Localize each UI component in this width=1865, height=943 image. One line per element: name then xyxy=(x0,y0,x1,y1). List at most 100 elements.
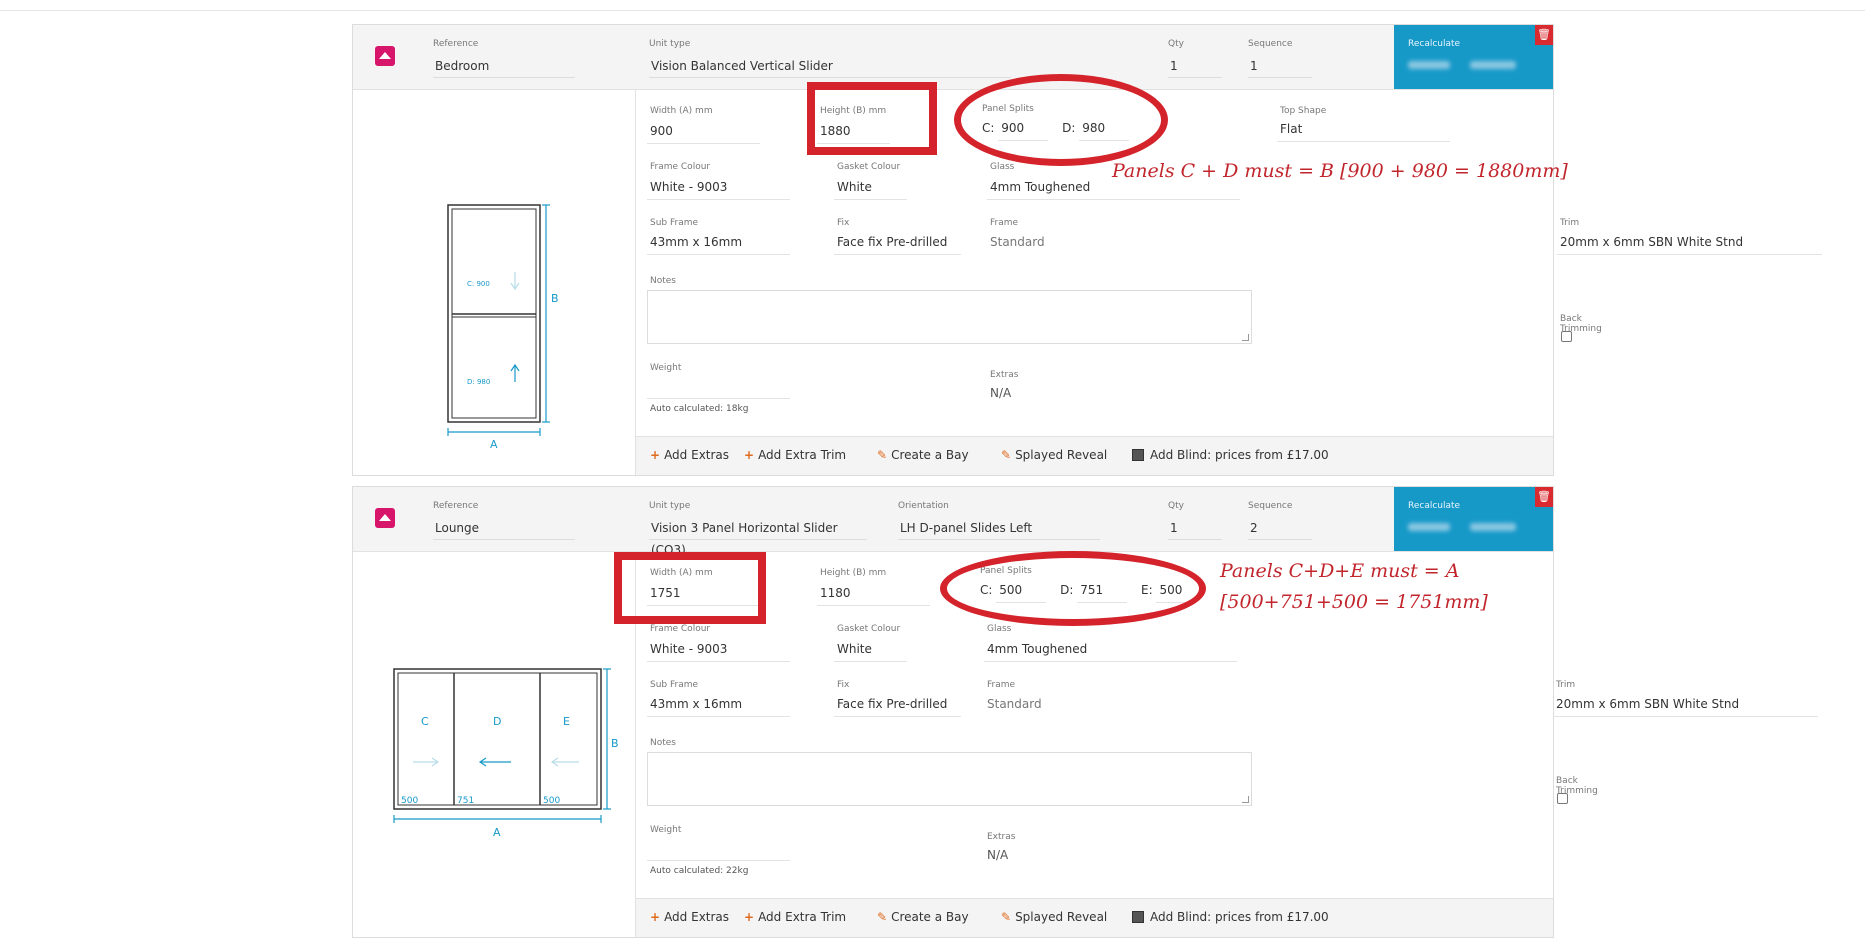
extras-value: N/A xyxy=(990,386,1012,400)
dim-b-label: B xyxy=(551,292,559,305)
gasket-colour-select[interactable]: White xyxy=(834,175,907,200)
pencil-icon: ✎ xyxy=(1001,910,1012,924)
unit-type-label: Unit type xyxy=(649,501,691,511)
recalculate-button[interactable]: Recalculate xyxy=(1394,25,1553,89)
add-extras-button[interactable]: + Add Extras xyxy=(650,448,729,462)
notes-textarea[interactable] xyxy=(647,290,1252,344)
weight-field[interactable] xyxy=(647,836,790,861)
sub-frame-select[interactable]: 43mm x 16mm xyxy=(647,692,790,717)
extras-label: Extras xyxy=(987,832,1016,842)
sequence-label: Sequence xyxy=(1248,501,1293,511)
sub-frame-label: Sub Frame xyxy=(650,218,699,228)
panel-d-value: 751 xyxy=(457,796,474,806)
trash-icon[interactable]: 🗑 xyxy=(1535,25,1553,45)
weight-field[interactable] xyxy=(647,374,790,399)
width-field[interactable]: 900 xyxy=(647,119,760,144)
gasket-colour-select[interactable]: White xyxy=(834,637,907,662)
top-shape-label: Top Shape xyxy=(1280,106,1327,116)
unit-diagram: C D E 500 751 500 B A xyxy=(353,552,636,937)
pencil-icon: ✎ xyxy=(1001,448,1012,462)
glass-label: Glass xyxy=(987,624,1012,634)
fix-label: Fix xyxy=(837,680,850,690)
sequence-field[interactable]: 1 xyxy=(1248,55,1312,78)
annotation-horizontal-line2: [500+751+500 = 1751mm] xyxy=(1220,591,1488,613)
reference-label: Reference xyxy=(433,39,479,49)
orientation-label: Orientation xyxy=(898,501,949,511)
trim-label: Trim xyxy=(1556,680,1576,690)
back-trimming-checkbox[interactable] xyxy=(1561,331,1572,342)
add-extras-button[interactable]: + Add Extras xyxy=(650,910,729,924)
price-blur xyxy=(1408,61,1450,69)
price-blur xyxy=(1408,523,1450,531)
frame-colour-select[interactable]: White - 9003 xyxy=(647,175,790,200)
unit-card-lounge: Reference Lounge Unit type Vision 3 Pane… xyxy=(352,486,1818,938)
panel-d-label: D: 980 xyxy=(467,378,490,386)
frame-value: Standard xyxy=(990,235,1045,249)
dim-a-label: A xyxy=(493,826,501,839)
unit-type-label: Unit type xyxy=(649,39,691,49)
notes-textarea[interactable] xyxy=(647,752,1252,806)
annotation-vertical: Panels C + D must = B [900 + 980 = 1880m… xyxy=(1112,160,1568,182)
reference-field[interactable]: Lounge xyxy=(433,517,575,540)
add-extra-trim-button[interactable]: + Add Extra Trim xyxy=(744,448,846,462)
trash-icon[interactable]: 🗑 xyxy=(1535,487,1553,507)
trim-select[interactable]: 20mm x 6mm SBN White Stnd xyxy=(1557,230,1822,255)
create-bay-button[interactable]: ✎ Create a Bay xyxy=(877,448,969,462)
add-extras-label: Add Extras xyxy=(664,910,730,924)
frame-colour-select[interactable]: White - 9003 xyxy=(647,637,790,662)
fix-select[interactable]: Face fix Pre-drilled xyxy=(834,230,961,255)
unit-type-select[interactable]: Vision 3 Panel Horizontal Slider (CO3) xyxy=(649,517,867,557)
reference-label: Reference xyxy=(433,501,479,511)
height-field[interactable]: 1180 xyxy=(817,581,930,606)
extras-label: Extras xyxy=(990,370,1019,380)
add-extra-trim-label: Add Extra Trim xyxy=(758,910,847,924)
recalculate-button[interactable]: Recalculate xyxy=(1394,487,1553,551)
pencil-icon: ✎ xyxy=(877,910,888,924)
add-blind-button[interactable]: Add Blind: prices from £17.00 xyxy=(1132,448,1329,462)
chevron-up-icon[interactable] xyxy=(375,46,395,66)
sub-frame-label: Sub Frame xyxy=(650,680,699,690)
add-blind-label: Add Blind: prices from £17.00 xyxy=(1150,910,1329,924)
glass-label: Glass xyxy=(990,162,1015,172)
trim-select[interactable]: 20mm x 6mm SBN White Stnd xyxy=(1553,692,1818,717)
card-actions: + Add Extras + Add Extra Trim ✎ Create a Ba… xyxy=(636,898,1553,937)
extras-value: N/A xyxy=(987,848,1009,862)
add-extra-trim-button[interactable]: + Add Extra Trim xyxy=(744,910,846,924)
notes-label: Notes xyxy=(650,276,676,286)
card-header: Reference Bedroom Unit type Vision Balan… xyxy=(353,25,1553,90)
chevron-up-icon[interactable] xyxy=(375,508,395,528)
splayed-reveal-button[interactable]: ✎ Splayed Reveal xyxy=(1001,448,1107,462)
qty-field[interactable]: 1 xyxy=(1168,517,1222,540)
back-trimming-checkbox[interactable] xyxy=(1557,793,1568,804)
top-divider xyxy=(0,10,1865,11)
frame-colour-label: Frame Colour xyxy=(650,624,711,634)
glass-select[interactable]: 4mm Toughened xyxy=(984,637,1237,662)
sub-frame-select[interactable]: 43mm x 16mm xyxy=(647,230,790,255)
add-extras-label: Add Extras xyxy=(664,448,730,462)
create-bay-button[interactable]: ✎ Create a Bay xyxy=(877,910,969,924)
panel-c-label: C: 900 xyxy=(467,280,490,288)
orientation-select[interactable]: LH D-panel Slides Left xyxy=(898,517,1100,540)
sequence-label: Sequence xyxy=(1248,39,1293,49)
top-shape-select[interactable]: Flat xyxy=(1277,117,1450,142)
unit-type-select[interactable]: Vision Balanced Vertical Slider xyxy=(649,55,1011,78)
sequence-field[interactable]: 2 xyxy=(1248,517,1312,540)
height-highlight-box xyxy=(807,82,937,155)
splayed-reveal-button[interactable]: ✎ Splayed Reveal xyxy=(1001,910,1107,924)
add-extra-trim-label: Add Extra Trim xyxy=(758,448,847,462)
add-blind-button[interactable]: Add Blind: prices from £17.00 xyxy=(1132,910,1329,924)
plus-icon: + xyxy=(744,910,755,924)
gasket-colour-label: Gasket Colour xyxy=(837,624,901,634)
plus-icon: + xyxy=(650,910,661,924)
panel-e-value: 500 xyxy=(543,796,560,806)
qty-field[interactable]: 1 xyxy=(1168,55,1222,78)
splayed-reveal-label: Splayed Reveal xyxy=(1015,448,1108,462)
frame-label: Frame xyxy=(990,218,1019,228)
reference-field[interactable]: Bedroom xyxy=(433,55,575,78)
panel-c-label: C xyxy=(421,715,429,728)
dim-b-label: B xyxy=(611,737,619,750)
fix-select[interactable]: Face fix Pre-drilled xyxy=(834,692,961,717)
plus-icon: + xyxy=(650,448,661,462)
create-bay-label: Create a Bay xyxy=(891,448,969,462)
weight-label: Weight xyxy=(650,363,682,373)
